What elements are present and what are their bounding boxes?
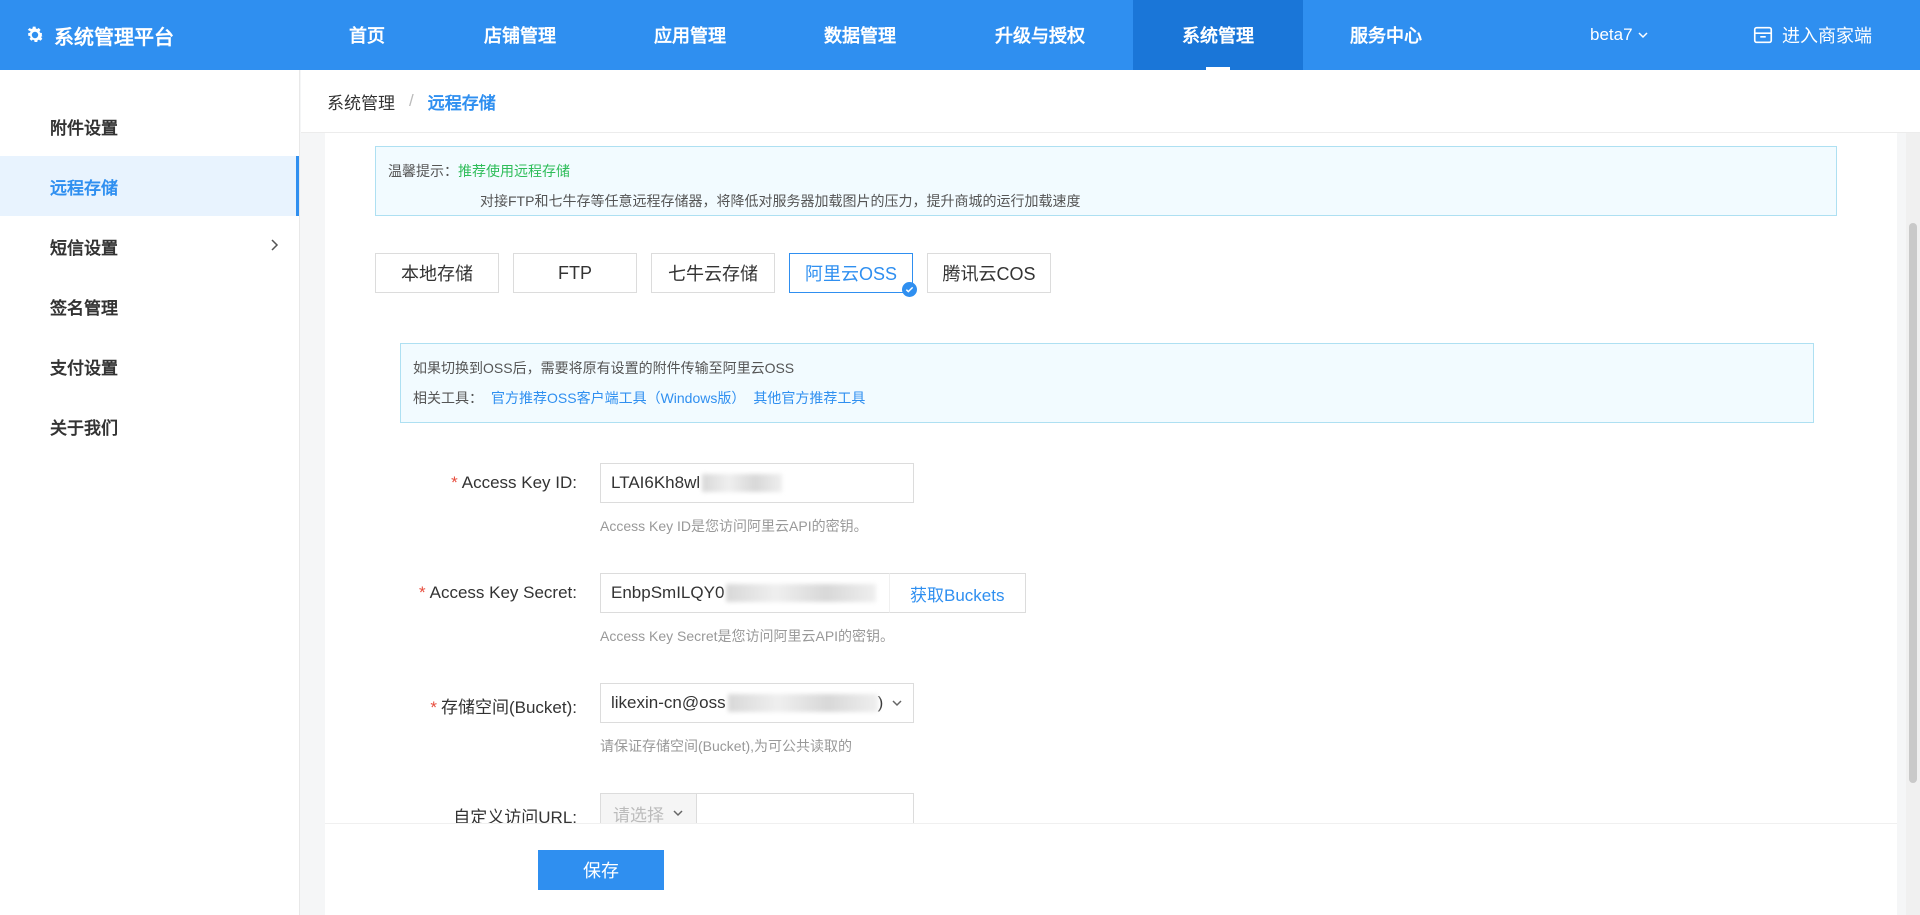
access-key-secret-label: * Access Key Secret: [325,583,577,603]
breadcrumb-separator: / [409,91,414,110]
custom-url-input[interactable]: 请选择 [600,793,914,823]
top-navbar: 系统管理平台 首页 店铺管理 应用管理 数据管理 升级与授权 系统管理 服务中心… [0,0,1920,70]
gear-icon [27,26,44,43]
access-key-id-hint: Access Key ID是您访问阿里云API的密钥。 [600,518,868,534]
nav-store[interactable]: 店铺管理 [470,0,570,70]
access-key-id-label-text: Access Key ID: [461,473,577,492]
form-footer: 保存 [325,823,1897,915]
required-mark: * [451,473,458,492]
tip-highlight: 推荐使用远程存储 [458,163,570,179]
get-buckets-button[interactable]: 获取Buckets [889,573,1026,613]
bucket-value: likexin-cn@oss [611,693,726,712]
sidebar-item-label: 支付设置 [50,358,118,378]
access-key-secret-hint: Access Key Secret是您访问阿里云API的密钥。 [600,628,895,644]
sidebar-item-attachment[interactable]: 附件设置 [0,96,299,156]
main-content: 温馨提示：推荐使用远程存储 对接FTP和七牛存等任意远程存储器，将降低对服务器加… [325,133,1897,823]
tab-ftp[interactable]: FTP [513,253,637,293]
store-icon [1753,26,1773,44]
sidebar: 附件设置 远程存储 短信设置 签名管理 支付设置 关于我们 [0,70,300,915]
nav-data[interactable]: 数据管理 [810,0,910,70]
scrollbar-thumb[interactable] [1909,223,1917,783]
tip-detail: 对接FTP和七牛存等任意远程存储器，将降低对服务器加载图片的压力，提升商城的运行… [480,193,1081,209]
custom-url-label: 自定义访问URL: [453,808,577,823]
redacted-region [727,694,878,712]
merchant-link[interactable]: 进入商家端 [1752,0,1872,70]
bucket-select[interactable]: likexin-cn@oss) [600,683,914,723]
oss-notice: 如果切换到OSS后，需要将原有设置的附件传输至阿里云OSS 相关工具： 官方推荐O… [400,343,1814,423]
access-key-secret-label-text: Access Key Secret: [429,583,577,602]
sidebar-item-sms[interactable]: 短信设置 [0,216,299,276]
tools-label: 相关工具： [413,390,483,406]
tab-aliyun-oss[interactable]: 阿里云OSS [789,253,917,297]
redacted-region [702,474,783,492]
bucket-value-suffix: ) [877,693,884,712]
brand[interactable]: 系统管理平台 [24,0,174,70]
tip-banner: 温馨提示：推荐使用远程存储 对接FTP和七牛存等任意远程存储器，将降低对服务器加… [375,146,1837,216]
tab-qiniu[interactable]: 七牛云存储 [651,253,775,293]
oss-client-tool-link[interactable]: 官方推荐OSS客户端工具（Windows版） [491,390,745,406]
nav-system[interactable]: 系统管理 [1133,0,1303,70]
sidebar-item-label: 短信设置 [50,238,118,258]
sidebar-item-payment[interactable]: 支付设置 [0,336,299,396]
access-key-secret-value: EnbpSmILQY0 [611,583,725,602]
sidebar-item-signature[interactable]: 签名管理 [0,276,299,336]
user-dropdown[interactable]: beta7 [1590,0,1649,70]
breadcrumb-parent[interactable]: 系统管理 [327,89,395,114]
access-key-id-input[interactable]: LTAI6Kh8wl [600,463,914,503]
tab-tencent-cos[interactable]: 腾讯云COS [927,253,1051,293]
bucket-label: * 存储空间(Bucket): [325,693,577,718]
nav-home[interactable]: 首页 [327,0,407,70]
required-mark: * [418,583,426,602]
storage-tabs: 本地存储 FTP 七牛云存储 阿里云OSS 腾讯云COS [375,253,1065,297]
sidebar-item-label: 远程存储 [50,178,118,198]
username: beta7 [1590,25,1633,44]
breadcrumb-current: 远程存储 [427,93,496,113]
brand-title: 系统管理平台 [54,26,174,49]
access-key-id-value: LTAI6Kh8wl [611,473,701,492]
check-icon [902,282,917,297]
protocol-select-placeholder: 请选择 [613,805,664,824]
breadcrumb: 系统管理 / 远程存储 [301,70,1920,133]
required-mark: * [430,698,437,717]
chevron-right-icon [271,239,279,251]
nav-service[interactable]: 服务中心 [1336,0,1436,70]
merchant-link-label: 进入商家端 [1782,26,1872,46]
bucket-label-text: 存储空间(Bucket): [440,698,577,717]
sidebar-item-remote-storage[interactable]: 远程存储 [0,156,299,216]
tab-local-storage[interactable]: 本地存储 [375,253,499,293]
scrollbar[interactable] [1906,133,1920,915]
sidebar-item-label: 关于我们 [50,418,118,438]
nav-upgrade[interactable]: 升级与授权 [980,0,1100,70]
other-tools-link[interactable]: 其他官方推荐工具 [753,390,865,406]
chevron-down-icon [1638,32,1648,39]
chevron-down-icon [892,700,902,707]
sidebar-item-about[interactable]: 关于我们 [0,396,299,456]
oss-notice-text: 如果切换到OSS后，需要将原有设置的附件传输至阿里云OSS [413,360,795,376]
sidebar-item-label: 附件设置 [50,118,118,138]
protocol-select[interactable]: 请选择 [601,794,697,823]
bucket-hint: 请保证存储空间(Bucket),为可公共读取的 [600,738,853,754]
sidebar-item-label: 签名管理 [50,298,118,318]
access-key-id-label: * Access Key ID: [325,473,577,493]
tip-label: 温馨提示： [388,163,458,179]
nav-apps[interactable]: 应用管理 [640,0,740,70]
chevron-down-icon [673,810,683,817]
redacted-region [726,584,877,602]
tab-label: 阿里云OSS [804,264,897,284]
save-button[interactable]: 保存 [538,850,664,890]
access-key-secret-input[interactable]: EnbpSmILQY0 [600,573,889,613]
